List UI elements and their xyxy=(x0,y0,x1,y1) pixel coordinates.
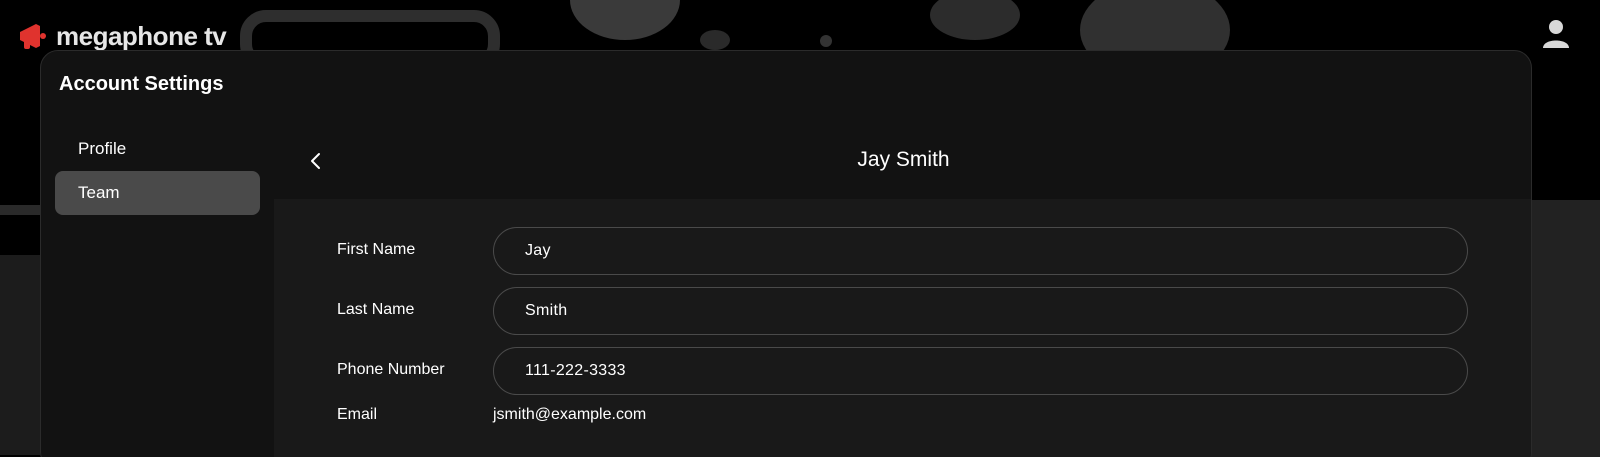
brand-name: megaphone tv xyxy=(56,21,227,51)
first-name-label: First Name xyxy=(337,241,416,258)
bg-shape xyxy=(0,255,40,455)
phone-number-field[interactable] xyxy=(493,347,1468,395)
first-name-field[interactable] xyxy=(493,227,1468,275)
top-bar: megaphone tv xyxy=(0,0,1600,51)
sidebar-item-team[interactable]: Team xyxy=(55,171,260,215)
account-settings-panel: Account Settings Profile Team Jay Smith … xyxy=(40,50,1532,457)
chevron-left-icon xyxy=(311,153,320,169)
user-icon[interactable] xyxy=(1542,18,1570,50)
bg-shape xyxy=(1530,200,1600,457)
team-member-detail: Jay Smith First Name Last Name Phone Num… xyxy=(274,127,1531,457)
bg-shape xyxy=(0,205,40,215)
phone-number-label: Phone Number xyxy=(337,361,445,378)
page-title: Account Settings xyxy=(59,73,224,95)
last-name-label: Last Name xyxy=(337,301,415,318)
back-button[interactable] xyxy=(304,149,328,173)
megaphone-icon xyxy=(20,24,46,49)
last-name-field[interactable] xyxy=(493,287,1468,335)
settings-sidebar: Profile Team xyxy=(41,127,274,457)
email-label: Email xyxy=(337,406,378,423)
member-name-title: Jay Smith xyxy=(857,148,950,171)
sidebar-item-profile[interactable]: Profile xyxy=(55,127,260,171)
detail-header: Jay Smith xyxy=(274,127,1531,199)
email-value: jsmith@example.com xyxy=(493,406,647,423)
